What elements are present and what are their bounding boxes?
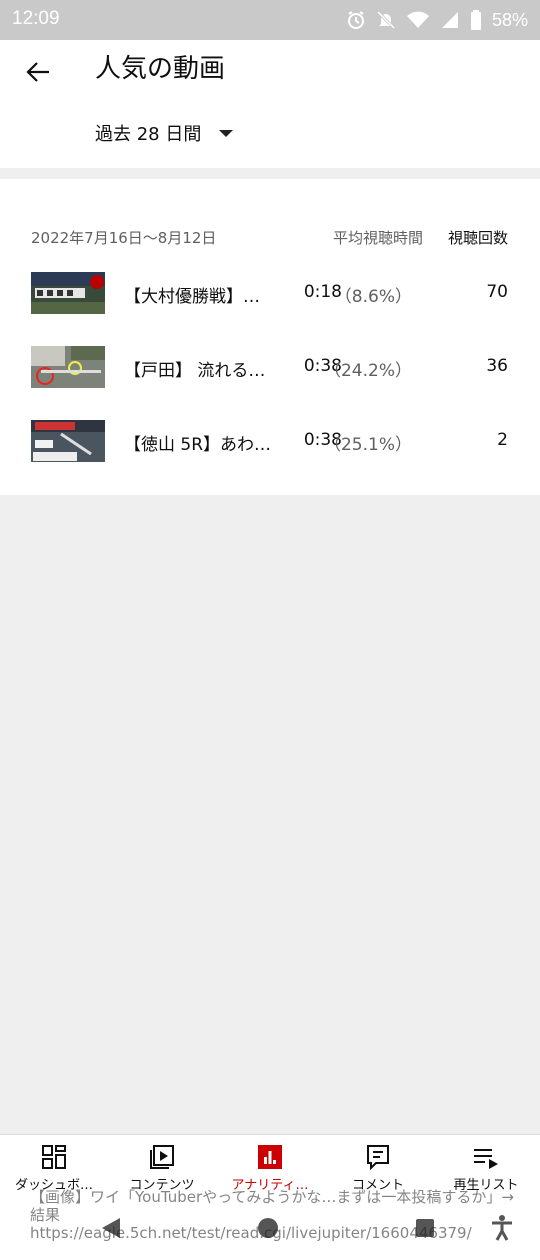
- column-avg-view-duration: 平均視聴時間: [332, 229, 423, 247]
- nav-comments[interactable]: コメント: [324, 1135, 432, 1199]
- view-count: 36: [486, 356, 508, 376]
- video-thumbnail: [31, 346, 105, 388]
- system-back-icon[interactable]: [100, 1216, 122, 1240]
- nav-label: コンテンツ: [129, 1178, 195, 1193]
- nav-analytics[interactable]: アナリティ…: [216, 1135, 324, 1199]
- video-thumbnail: [31, 272, 105, 314]
- nav-label: 再生リスト: [453, 1178, 519, 1193]
- dashboard-icon: [42, 1145, 66, 1169]
- status-bar: 12:09 58%: [0, 0, 540, 40]
- comment-icon: [367, 1145, 389, 1171]
- avg-percent: （25.1%）: [323, 435, 412, 455]
- accessibility-icon[interactable]: [490, 1214, 514, 1242]
- app-bar: 人気の動画 過去 28 日間: [0, 40, 540, 168]
- signal-icon: [441, 12, 458, 28]
- status-icons: 58%: [346, 6, 528, 34]
- view-count: 2: [497, 430, 508, 450]
- status-time: 12:09: [12, 8, 60, 29]
- page-title: 人気の動画: [95, 54, 226, 84]
- table-header: 2022年7月16日〜8月12日 平均視聴時間 視聴回数: [0, 227, 540, 247]
- table-row[interactable]: 【大村優勝戦】… 0:18 （8.6%） 70: [0, 272, 540, 316]
- system-nav-bar: [0, 1198, 540, 1260]
- nav-content[interactable]: コンテンツ: [108, 1135, 216, 1199]
- date-range: 2022年7月16日〜8月12日: [31, 229, 217, 247]
- table-row[interactable]: 【戸田】 流れる… 0:38 （24.2%） 36: [0, 346, 540, 390]
- nav-playlists[interactable]: 再生リスト: [432, 1135, 540, 1199]
- nav-dashboard[interactable]: ダッシュボ…: [0, 1135, 108, 1199]
- video-title: 【戸田】 流れる…: [124, 361, 266, 381]
- chevron-down-icon: [219, 129, 234, 137]
- period-selector[interactable]: 過去 28 日間: [95, 120, 234, 146]
- system-recents-icon[interactable]: [414, 1216, 436, 1240]
- back-button[interactable]: [18, 52, 58, 92]
- video-title: 【徳山 5R】あわ…: [124, 435, 272, 455]
- battery-icon: [470, 10, 481, 30]
- nav-label: アナリティ…: [231, 1178, 309, 1193]
- analytics-icon: [258, 1145, 282, 1169]
- mute-icon: [376, 10, 396, 30]
- video-title: 【大村優勝戦】…: [124, 287, 260, 307]
- top-videos-card: 2022年7月16日〜8月12日 平均視聴時間 視聴回数 【大村優勝戦】… 0:…: [0, 179, 540, 495]
- system-home-icon[interactable]: [257, 1216, 279, 1240]
- period-label: 過去 28 日間: [95, 124, 202, 145]
- column-views: 視聴回数: [447, 229, 508, 247]
- avg-percent: （24.2%）: [323, 361, 412, 381]
- view-count: 70: [486, 282, 508, 302]
- bottom-nav: ダッシュボ… コンテンツ アナリティ… コメント 再生リスト: [0, 1134, 540, 1198]
- avg-percent: （8.6%）: [334, 287, 412, 307]
- playlist-icon: [474, 1149, 498, 1169]
- nav-label: コメント: [351, 1178, 404, 1193]
- battery-percent: 58%: [491, 9, 528, 30]
- wifi-icon: [406, 11, 429, 28]
- content-icon: [150, 1145, 174, 1169]
- table-row[interactable]: 【徳山 5R】あわ… 0:38 （25.1%） 2: [0, 420, 540, 464]
- back-arrow-icon: [26, 62, 49, 82]
- video-thumbnail: [31, 420, 105, 462]
- nav-label: ダッシュボ…: [14, 1178, 93, 1193]
- alarm-icon: [347, 11, 364, 29]
